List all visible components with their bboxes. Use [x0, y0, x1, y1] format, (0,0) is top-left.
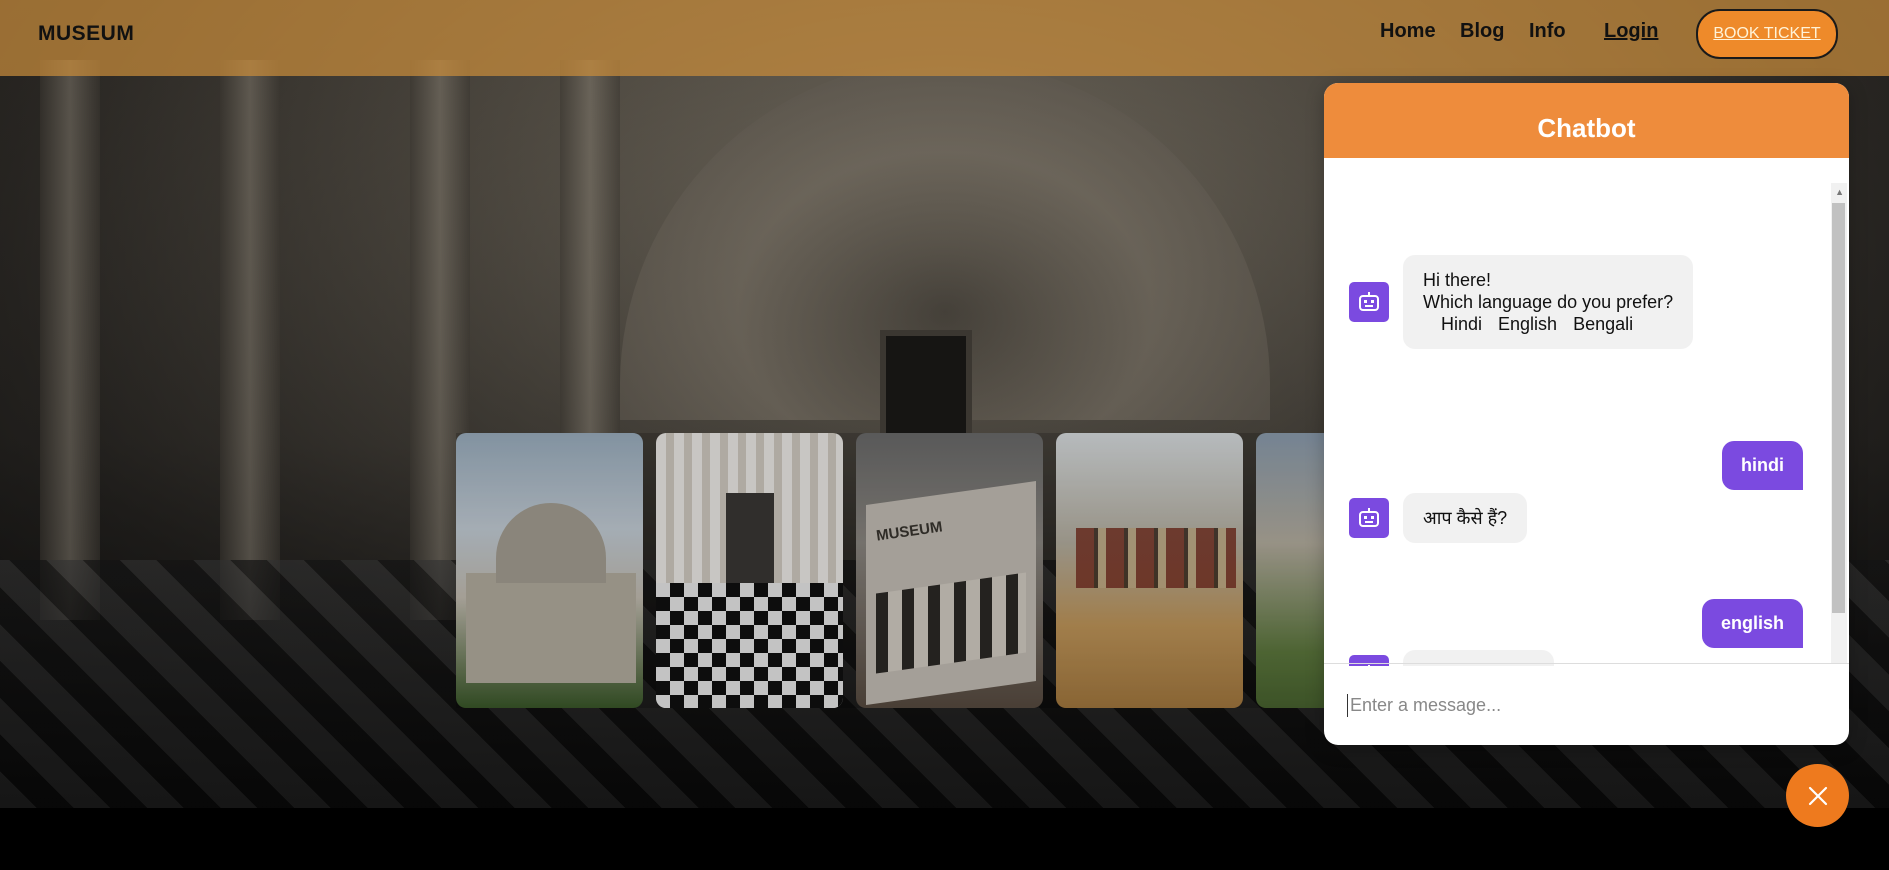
pillar — [220, 60, 280, 620]
gallery-card-museum-facade[interactable]: MUSEUM — [856, 433, 1043, 708]
gallery-card-partial[interactable] — [1256, 433, 1326, 708]
greeting-text: Hi there! — [1423, 270, 1492, 290]
brand-logo[interactable]: MUSEUM — [38, 22, 134, 46]
chat-close-button[interactable] — [1786, 764, 1849, 827]
chatbot-title: Chatbot — [1324, 83, 1849, 158]
nav-login[interactable]: Login — [1604, 20, 1658, 43]
language-options: Hindi English Bengali — [1423, 313, 1673, 335]
chatbot-panel: Chatbot Hi there! Which language do you … — [1324, 83, 1849, 745]
pillar — [40, 60, 100, 620]
robot-icon — [1349, 282, 1389, 322]
user-bubble: english — [1701, 599, 1803, 648]
bot-message: आप कैसे हैं? — [1349, 493, 1528, 543]
chat-messages[interactable]: Hi there! Which language do you prefer? … — [1324, 158, 1849, 666]
book-ticket-button[interactable]: BOOK TICKET — [1696, 9, 1838, 59]
close-icon — [1808, 786, 1827, 805]
chat-message-input[interactable] — [1347, 693, 1822, 717]
option-english[interactable]: English — [1498, 313, 1557, 335]
bot-bubble: Hi there! Which language do you prefer? … — [1403, 255, 1694, 349]
bot-bubble: आप कैसे हैं? — [1403, 493, 1528, 543]
scroll-up-arrow-icon[interactable]: ▲ — [1835, 187, 1844, 197]
gallery-card-victoria-memorial[interactable] — [456, 433, 643, 708]
painting-row — [1076, 528, 1236, 588]
bot-message: Hi there! Which language do you prefer? … — [1349, 255, 1694, 349]
chat-input-area — [1324, 663, 1849, 745]
user-bubble: hindi — [1722, 441, 1803, 490]
gallery-card-hall[interactable] — [656, 433, 843, 708]
building-body — [466, 573, 636, 683]
language-question: Which language do you prefer? — [1423, 292, 1674, 312]
nav-blog[interactable]: Blog — [1460, 20, 1504, 43]
option-hindi[interactable]: Hindi — [1441, 313, 1482, 335]
nav-home[interactable]: Home — [1380, 20, 1436, 43]
option-bengali[interactable]: Bengali — [1573, 313, 1633, 335]
footer-band — [0, 808, 1889, 870]
gallery-carousel: MUSEUM — [456, 433, 1326, 708]
nav-info[interactable]: Info — [1529, 20, 1566, 43]
building-dome — [496, 503, 606, 583]
robot-icon — [1349, 498, 1389, 538]
site-header: MUSEUM Home Blog Info Login BOOK TICKET — [0, 0, 1889, 76]
chat-scrollbar-thumb[interactable] — [1832, 203, 1845, 613]
gallery-card-painting-hall[interactable] — [1056, 433, 1243, 708]
checkered-floor-image — [656, 583, 843, 708]
